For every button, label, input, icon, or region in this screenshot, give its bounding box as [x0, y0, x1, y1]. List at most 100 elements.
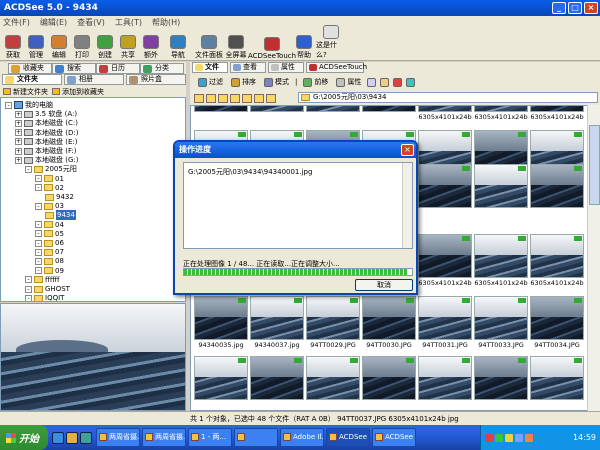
thumbnail-image[interactable] — [362, 106, 416, 112]
thumbnail-cell[interactable] — [473, 356, 529, 410]
thumbnail-image[interactable] — [418, 296, 472, 340]
toolbar-button-4[interactable]: 创建 — [94, 35, 116, 60]
menu-item-2[interactable]: 查看(V) — [77, 17, 105, 28]
rotate-icon[interactable] — [406, 77, 416, 87]
thumbnail-image[interactable] — [418, 356, 472, 400]
thumbnail-image[interactable] — [418, 234, 472, 278]
thumbnail-cell[interactable] — [417, 164, 473, 226]
expand-icon[interactable]: - — [35, 221, 42, 229]
folder-history-icon[interactable] — [266, 93, 276, 103]
browse-button-1[interactable]: 排序 — [229, 76, 258, 88]
thumbnail-image[interactable] — [250, 106, 304, 112]
thumbnail-cell[interactable]: 94TT0029.JPG — [305, 296, 361, 358]
toolbar-button-5[interactable]: 共享 — [117, 35, 139, 60]
toolbar-button-6[interactable]: 额外 — [140, 35, 162, 60]
expand-icon[interactable]: + — [15, 110, 22, 118]
toolbar-button-3[interactable]: 打印 — [71, 35, 93, 60]
thumbnail-cell[interactable]: 94TT0031.JPG — [417, 296, 473, 358]
toolbar-button-11[interactable]: 帮助 — [293, 35, 315, 60]
ie-icon[interactable] — [52, 431, 64, 444]
thumbnail-cell[interactable]: 94TT0033.JPG — [473, 296, 529, 358]
thumbnail-cell[interactable] — [193, 356, 249, 410]
expand-icon[interactable]: + — [15, 138, 22, 146]
thumbnail-image[interactable] — [194, 296, 248, 340]
folder-back-icon[interactable] — [242, 93, 252, 103]
thumbnail-image[interactable] — [250, 296, 304, 340]
expand-icon[interactable]: + — [15, 129, 22, 137]
thumbnail-cell[interactable] — [529, 164, 585, 226]
thumbnail-cell[interactable] — [361, 356, 417, 410]
thumbnail-cell[interactable]: 6305x4101x24b — [417, 234, 473, 296]
thumbnail-image[interactable] — [306, 106, 360, 112]
thumbnail-image[interactable] — [530, 106, 584, 112]
thumbnail-cell[interactable]: 6305x4101x24b — [473, 234, 529, 296]
thumbnail-cell[interactable]: 6305x4101x24b — [529, 234, 585, 296]
expand-icon[interactable]: - — [35, 248, 42, 256]
left-tab-0[interactable]: 收藏夹 — [8, 63, 52, 74]
menu-item-3[interactable]: 工具(T) — [115, 17, 142, 28]
task-button-0[interactable]: 两周省摄... — [96, 428, 140, 447]
cancel-button[interactable]: 取消 — [355, 279, 413, 291]
thumbnail-image[interactable] — [250, 356, 304, 400]
menu-item-4[interactable]: 帮助(H) — [152, 17, 180, 28]
thumbnail-image[interactable] — [530, 164, 584, 208]
folder-up-icon[interactable] — [206, 93, 216, 103]
right-tab-0[interactable]: 文件 — [192, 62, 228, 73]
thumbnail-image[interactable] — [306, 296, 360, 340]
expand-icon[interactable]: - — [25, 276, 32, 284]
menu-item-0[interactable]: 文件(F) — [3, 17, 30, 28]
thumbnail-image[interactable] — [474, 164, 528, 208]
thumbnail-cell[interactable] — [529, 356, 585, 410]
tray-app-icon[interactable] — [525, 433, 533, 442]
browse-button-0[interactable]: 过滤 — [196, 76, 225, 88]
thumbnail-image[interactable] — [418, 164, 472, 208]
maximize-button[interactable]: □ — [568, 2, 582, 14]
thumbnail-image[interactable] — [530, 234, 584, 278]
thumbnail-image[interactable] — [474, 296, 528, 340]
thumbnail-image[interactable] — [530, 356, 584, 400]
folder-action-1[interactable]: 添加到收藏夹 — [52, 87, 104, 97]
thumbnail-image[interactable] — [194, 106, 248, 112]
path-input[interactable]: G:\2005元阳\03\9434 — [298, 92, 598, 103]
move-icon[interactable] — [380, 77, 390, 87]
task-button-2[interactable]: 1 - 两... — [188, 428, 232, 447]
thumbnail-image[interactable] — [530, 296, 584, 340]
thumbnail-cell[interactable]: 6305x4101x24b — [529, 106, 585, 130]
thumbnail-cell[interactable]: 6305x4101x24b — [417, 106, 473, 130]
thumbnail-cell[interactable]: 94340035.jpg — [193, 296, 249, 358]
thumbnail-cell[interactable]: 94TT0030.JPG — [361, 296, 417, 358]
delete-icon[interactable] — [393, 77, 403, 87]
folder-forward-icon[interactable] — [254, 93, 264, 103]
thumbnail-cell[interactable] — [249, 356, 305, 410]
right-tab-1[interactable]: 查看 — [230, 62, 266, 73]
thumbnail-cell[interactable] — [417, 356, 473, 410]
expand-icon[interactable]: + — [15, 147, 22, 155]
toolbar-button-0[interactable]: 获取 — [2, 35, 24, 60]
left-tab-2[interactable]: 日历 — [96, 63, 140, 74]
desktop-icon[interactable] — [66, 431, 78, 444]
expand-icon[interactable]: - — [35, 175, 42, 183]
close-button[interactable]: × — [584, 2, 598, 14]
folder-sync-icon[interactable] — [230, 93, 240, 103]
thumbnail-cell[interactable] — [361, 106, 417, 130]
expand-icon[interactable]: - — [5, 101, 12, 109]
left-tab-1[interactable]: 搜索 — [52, 63, 96, 74]
left-tab2-2[interactable]: 照片盒 — [126, 74, 186, 85]
tray-volume-icon[interactable] — [505, 433, 513, 442]
toolbar-button-9[interactable]: 全屏幕 — [225, 35, 247, 60]
expand-icon[interactable]: - — [35, 184, 42, 192]
menu-item-1[interactable]: 编辑(E) — [40, 17, 67, 28]
toolbar-button-10[interactable]: ACDSeeTouch — [248, 37, 296, 60]
thumbnail-cell[interactable]: 94340037.jpg — [249, 296, 305, 358]
thumbnail-image[interactable] — [194, 356, 248, 400]
minimize-button[interactable]: _ — [552, 2, 566, 14]
thumbnail-image[interactable] — [362, 296, 416, 340]
thumbnail-cell[interactable]: 94TT0034.JPG — [529, 296, 585, 358]
toolbar-button-2[interactable]: 编辑 — [48, 35, 70, 60]
scroll-thumb[interactable] — [589, 125, 600, 205]
expand-icon[interactable]: - — [25, 165, 32, 173]
folder-tree[interactable]: - 我的电脑 +3.5 软盘 (A:) + 本地磁盘 (C:) + 本地磁盘 (D:) + 本地… — [0, 97, 186, 302]
toolbar-button-1[interactable]: 管理 — [25, 35, 47, 60]
thumbnail-cell[interactable] — [473, 164, 529, 226]
browse-button-3[interactable]: 前移 — [301, 76, 330, 88]
